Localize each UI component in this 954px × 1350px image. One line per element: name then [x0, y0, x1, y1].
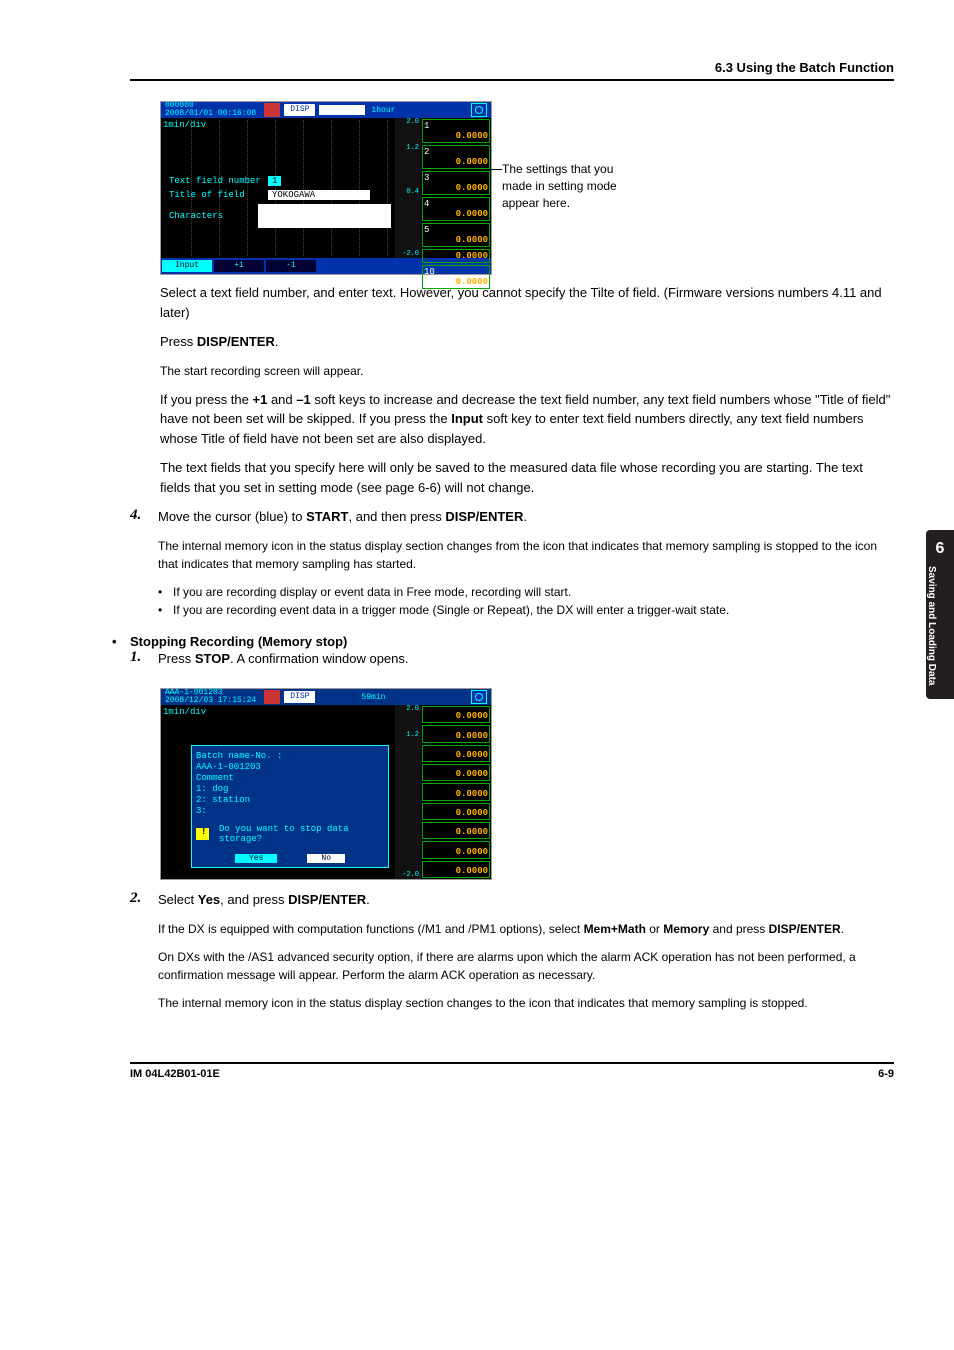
- softkey-minus1[interactable]: -1: [266, 260, 316, 272]
- step-4: 4. Move the cursor (blue) to START, and …: [130, 507, 894, 619]
- stop-step-2: 2. Select Yes, and press DISP/ENTER. If …: [130, 890, 894, 1022]
- device-screenshot-text-field: 000000 2008/01/01 00:16:08 DISP 1hour 1m…: [160, 101, 492, 275]
- record-icon: [471, 103, 487, 117]
- footer-doc-id: IM 04L42B01-01E: [130, 1068, 220, 1080]
- disp-pill: DISP: [284, 104, 315, 116]
- record-icon: [471, 690, 487, 704]
- chapter-tab: 6 Saving and Loading Data: [926, 530, 954, 699]
- stop-step-1: 1. Press STOP. A confirmation window ope…: [130, 649, 894, 679]
- status-icon: [264, 103, 280, 117]
- no-button[interactable]: No: [307, 854, 345, 863]
- footer-page: 6-9: [878, 1068, 894, 1080]
- text-press-disp: Press DISP/ENTER.: [160, 332, 894, 352]
- stop-step2-icon: The internal memory icon in the status d…: [158, 994, 894, 1012]
- softkey-input[interactable]: Input: [162, 260, 212, 272]
- warning-icon: [196, 828, 209, 840]
- tf-chars-input: [258, 204, 391, 228]
- page-footer: IM 04L42B01-01E 6-9: [130, 1062, 894, 1080]
- section-heading: 6.3 Using the Batch Function: [130, 60, 894, 75]
- step-number: 4.: [130, 507, 158, 619]
- yes-button[interactable]: Yes: [235, 854, 277, 863]
- tf-number-label: Text field number: [169, 176, 264, 186]
- callout-settings-appear: The settings that you made in setting mo…: [502, 161, 642, 211]
- softkey-plus1[interactable]: +1: [214, 260, 264, 272]
- step4-desc: The internal memory icon in the status d…: [158, 537, 894, 573]
- text-select-tf: Select a text field number, and enter te…: [160, 283, 894, 322]
- stop-dialog: Batch name-No. : AAA-1-001203 Comment 1:…: [191, 745, 389, 868]
- text-plusminus: If you press the +1 and –1 soft keys to …: [160, 390, 894, 449]
- disp-pill: DISP: [284, 691, 315, 703]
- step4-bullet1: If you are recording display or event da…: [173, 583, 571, 601]
- text-fields-saved: The text fields that you specify here wi…: [160, 458, 894, 497]
- tf-title-value: YOKOGAWA: [268, 190, 370, 200]
- ss1-top-date: 2008/01/01 00:16:08: [165, 109, 256, 118]
- header-rule: [130, 79, 894, 81]
- heading-stopping-recording: • Stopping Recording (Memory stop): [112, 634, 894, 649]
- top-time: 1hour: [371, 106, 395, 115]
- stop-step2-as1: On DXs with the /AS1 advanced security o…: [158, 948, 894, 984]
- status-icon: [264, 690, 280, 704]
- text-start-screen: The start recording screen will appear.: [160, 362, 894, 380]
- tf-chars-label: Characters: [169, 211, 254, 221]
- level-bar: [319, 105, 365, 115]
- stop-dialog-text: Do you want to stop data storage?: [219, 824, 384, 844]
- tf-number-value: 1: [268, 176, 281, 186]
- device-screenshot-stop-confirm: AAA-1-001203 2008/12/03 17:15:24 DISP 59…: [160, 688, 492, 880]
- step4-bullet2: If you are recording event data in a tri…: [173, 601, 729, 619]
- tf-title-label: Title of field: [169, 190, 264, 200]
